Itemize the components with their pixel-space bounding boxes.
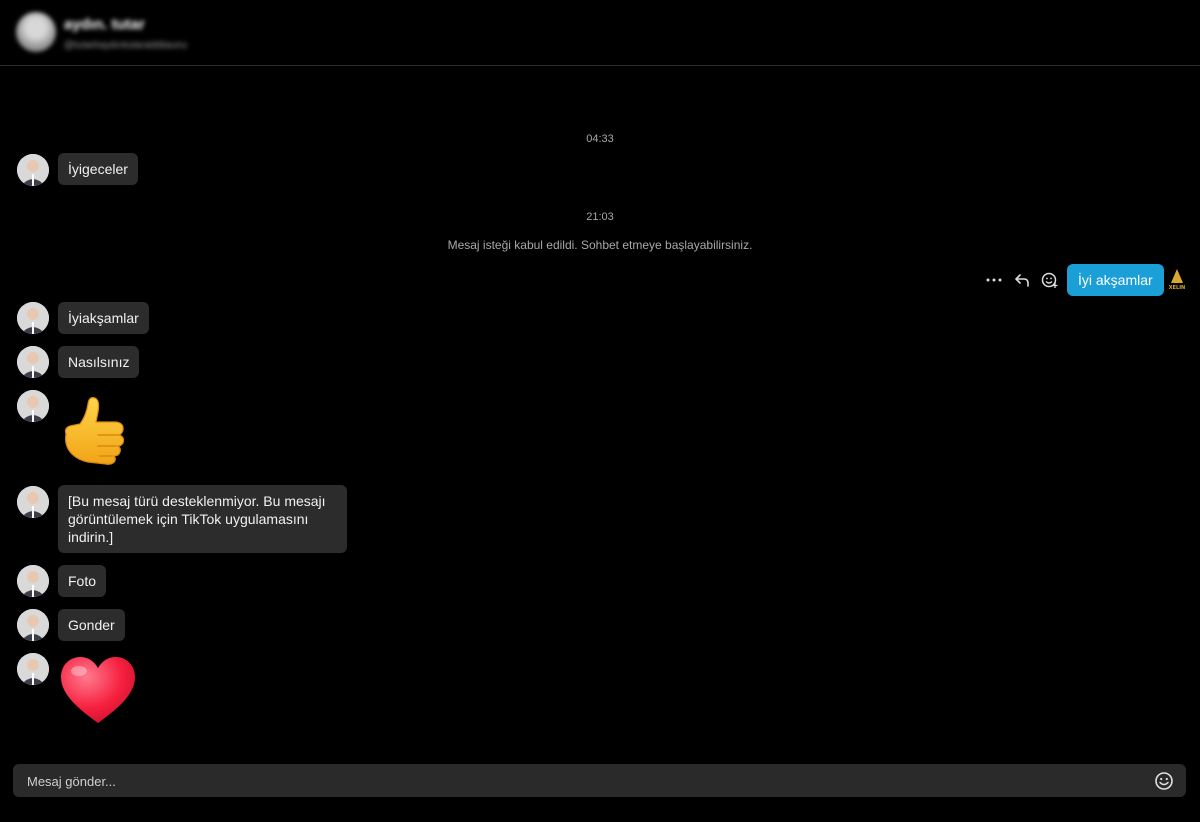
avatar[interactable] — [17, 565, 49, 597]
emoji-icon[interactable] — [1154, 771, 1174, 791]
message-bubble[interactable]: Foto — [58, 565, 107, 597]
avatar[interactable] — [17, 346, 49, 378]
message-actions — [984, 268, 1060, 292]
message-bubble[interactable]: İyiakşamlar — [58, 302, 149, 334]
unsupported-message-bubble[interactable]: [Bu mesaj türü desteklenmiyor. Bu mesajı… — [58, 485, 347, 553]
header-avatar[interactable] — [16, 12, 56, 52]
timestamp: 21:03 — [586, 211, 614, 223]
avatar[interactable] — [17, 154, 49, 186]
message-bubble[interactable]: Gonder — [58, 609, 125, 641]
avatar[interactable] — [17, 653, 49, 685]
timestamp: 04:33 — [586, 133, 614, 145]
system-message: Mesaj isteği kabul edildi. Sohbet etmeye… — [447, 238, 753, 252]
message-bubble[interactable]: İyigeceler — [58, 153, 138, 185]
red-heart-icon[interactable] — [59, 655, 137, 730]
svg-text:XELIN: XELIN — [1169, 285, 1186, 291]
avatar[interactable] — [17, 486, 49, 518]
contact-handle: @tutarlıaydıntutaraiddiaunu — [64, 40, 188, 51]
avatar[interactable] — [17, 302, 49, 334]
thumbs-up-icon[interactable] — [58, 394, 130, 473]
message-composer — [13, 764, 1186, 799]
chat-header: aydın. tutar @tutarlıaydıntutaraiddiaunu — [0, 0, 1200, 66]
more-icon[interactable] — [984, 268, 1004, 292]
contact-name[interactable]: aydın. tutar — [64, 16, 145, 33]
sent-message-bubble[interactable]: İyi akşamlar — [1067, 264, 1164, 296]
avatar[interactable] — [17, 609, 49, 641]
message-bubble[interactable]: Nasılsınız — [58, 346, 140, 378]
message-input[interactable] — [25, 764, 1149, 799]
avatar[interactable] — [17, 390, 49, 422]
watermark-logo: XELIN — [1165, 267, 1189, 291]
add-reaction-icon[interactable] — [1040, 268, 1060, 292]
reply-icon[interactable] — [1012, 268, 1032, 292]
